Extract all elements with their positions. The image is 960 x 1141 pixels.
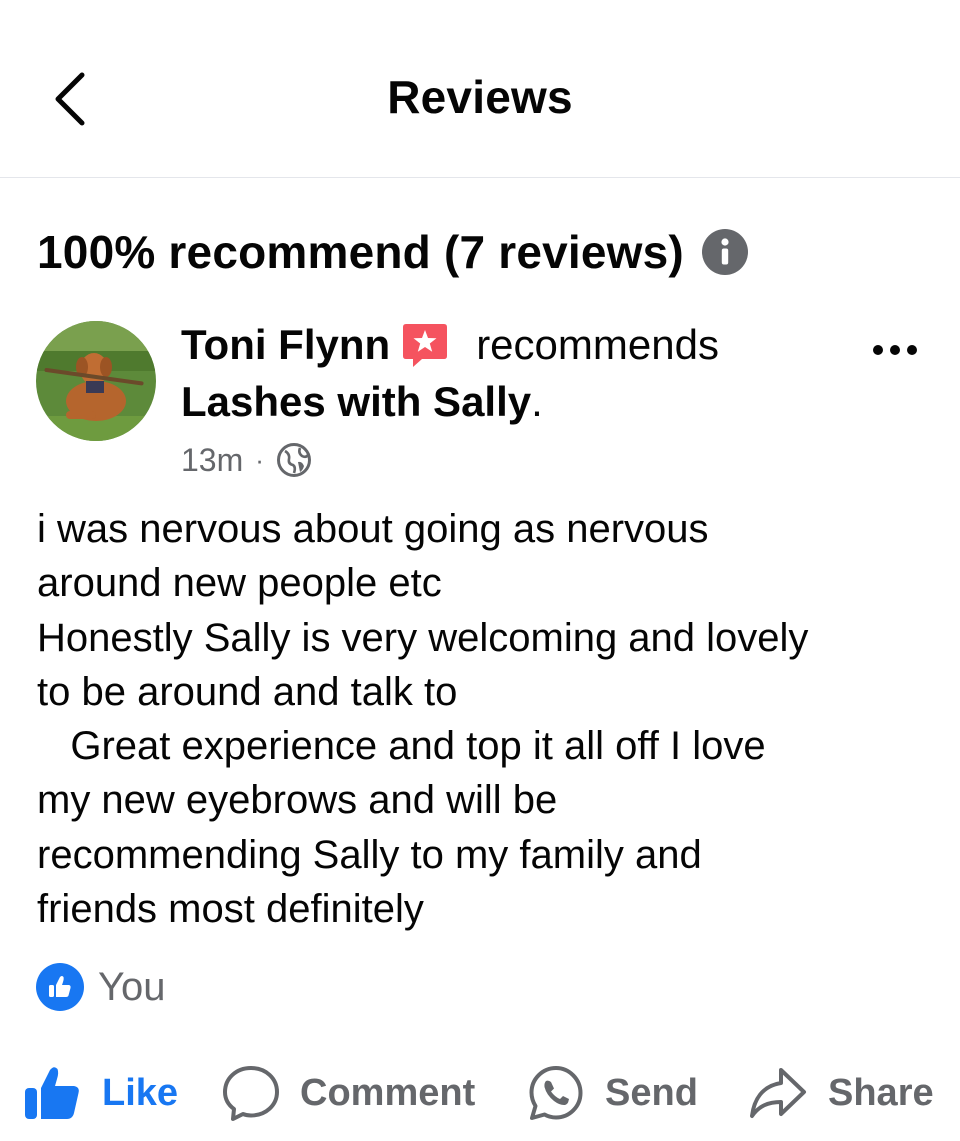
timestamp[interactable]: 13m (181, 442, 243, 479)
like-button[interactable]: Like (22, 1056, 178, 1130)
reaction-names: You (98, 964, 166, 1009)
comment-bubble-icon (223, 1066, 279, 1121)
globe-icon (276, 443, 311, 477)
meta-separator: · (255, 444, 264, 475)
share-button[interactable]: Share (748, 1056, 934, 1130)
comment-label: Comment (300, 1071, 476, 1114)
more-dot (873, 345, 883, 355)
author-name[interactable]: Toni Flynn (181, 321, 390, 369)
review-meta: 13m · (181, 438, 312, 482)
like-label: Like (102, 1071, 179, 1114)
action-bar: Like Comment Send Share (0, 1056, 960, 1130)
business-name[interactable]: Lashes with Sally (181, 378, 531, 425)
page-title: Reviews (387, 71, 573, 123)
like-thumb-icon (25, 1067, 79, 1119)
review-author-line: Toni Flynn recommends (181, 318, 719, 372)
business-name-suffix: . (531, 378, 543, 425)
recommends-label: recommends (476, 321, 719, 368)
share-label: Share (828, 1071, 934, 1114)
whatsapp-icon (529, 1066, 583, 1120)
more-options-button[interactable] (862, 330, 928, 370)
avatar[interactable] (36, 321, 156, 441)
reactions-summary[interactable]: You (36, 960, 166, 1014)
share-arrow-icon (750, 1068, 806, 1118)
thumbs-up-icon (36, 963, 84, 1011)
send-button[interactable]: Send (527, 1056, 698, 1130)
star-badge-icon (403, 324, 448, 367)
send-label: Send (605, 1071, 698, 1114)
review-text: i was nervous about going as nervous aro… (37, 507, 809, 932)
more-dot (890, 345, 900, 355)
top-bar: Reviews (0, 0, 960, 178)
info-icon[interactable] (701, 229, 748, 275)
more-dot (907, 345, 917, 355)
recommend-summary-text: 100% recommend (7 reviews) (37, 226, 684, 278)
recommend-summary: 100% recommend (7 reviews) (37, 222, 748, 282)
comment-button[interactable]: Comment (222, 1056, 475, 1130)
business-name-line: Lashes with Sally. (181, 378, 543, 426)
